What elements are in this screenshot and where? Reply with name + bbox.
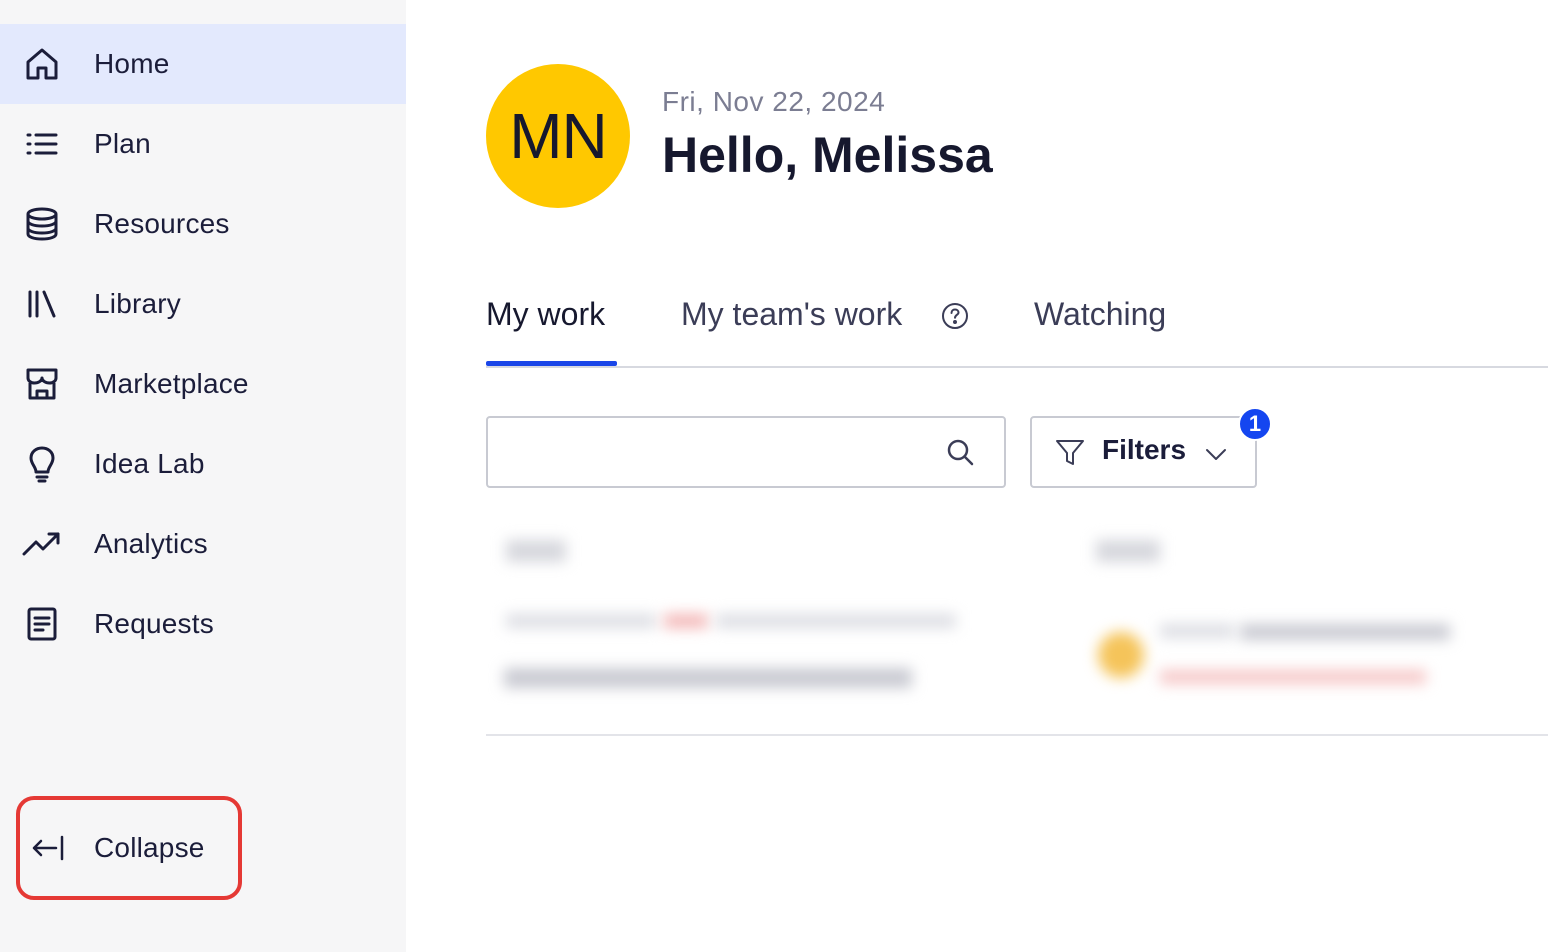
collapse-button[interactable]: Collapse xyxy=(16,796,242,900)
blurred-avatar xyxy=(1098,632,1144,678)
trend-up-icon xyxy=(22,524,62,564)
sidebar-item-idea-lab[interactable]: Idea Lab xyxy=(0,424,406,504)
sidebar-item-label: Home xyxy=(94,48,170,79)
blurred-text xyxy=(506,614,656,628)
library-icon xyxy=(22,284,62,324)
sidebar-item-library[interactable]: Library xyxy=(0,264,406,344)
tab-my-teams-work[interactable]: My team's work xyxy=(681,296,902,333)
page-title: Hello, Melissa xyxy=(662,127,993,183)
sidebar-item-marketplace[interactable]: Marketplace xyxy=(0,344,406,424)
blurred-text xyxy=(1240,624,1450,640)
sidebar-item-analytics[interactable]: Analytics xyxy=(0,504,406,584)
chevron-down-icon xyxy=(1206,449,1226,460)
sidebar-item-label: Resources xyxy=(94,208,230,239)
filter-icon xyxy=(1056,440,1084,465)
sidebar-item-requests[interactable]: Requests xyxy=(0,584,406,664)
table-divider xyxy=(486,734,1548,736)
sidebar-item-label: Library xyxy=(94,288,181,319)
sidebar-item-label: Idea Lab xyxy=(94,448,205,479)
sidebar-item-label: Analytics xyxy=(94,528,208,559)
avatar[interactable]: MN xyxy=(486,64,630,208)
search-icon[interactable] xyxy=(944,436,976,468)
blurred-text xyxy=(504,668,912,688)
document-icon xyxy=(22,604,62,644)
store-icon xyxy=(22,364,62,404)
blurred-text xyxy=(664,614,708,628)
help-icon[interactable] xyxy=(940,301,970,331)
lightbulb-icon xyxy=(22,444,62,484)
tab-my-work[interactable]: My work xyxy=(486,296,605,333)
filters-count-badge: 1 xyxy=(1238,407,1272,441)
sidebar-item-home[interactable]: Home xyxy=(0,24,406,104)
sidebar-item-label: Plan xyxy=(94,128,151,159)
blurred-column-header xyxy=(1096,540,1160,562)
home-icon xyxy=(22,44,62,84)
blurred-column-header xyxy=(506,540,566,562)
blurred-text xyxy=(1160,624,1234,638)
sidebar-item-label: Marketplace xyxy=(94,368,249,399)
tab-watching[interactable]: Watching xyxy=(1034,296,1166,333)
current-date: Fri, Nov 22, 2024 xyxy=(662,86,886,117)
blurred-text xyxy=(716,614,956,628)
sidebar-item-resources[interactable]: Resources xyxy=(0,184,406,264)
list-icon xyxy=(22,124,62,164)
collapse-label: Collapse xyxy=(94,832,205,863)
sidebar-item-label: Requests xyxy=(94,608,214,639)
sidebar-item-plan[interactable]: Plan xyxy=(0,104,406,184)
blurred-text xyxy=(1160,670,1426,684)
filters-label: Filters xyxy=(1102,434,1187,465)
tabs-divider xyxy=(486,366,1548,368)
search-input[interactable] xyxy=(500,430,930,474)
sidebar: Home Plan Resources Library Marketplace … xyxy=(0,0,406,952)
database-icon xyxy=(22,204,62,244)
collapse-arrow-icon xyxy=(26,828,66,868)
search-box[interactable] xyxy=(486,416,1006,488)
